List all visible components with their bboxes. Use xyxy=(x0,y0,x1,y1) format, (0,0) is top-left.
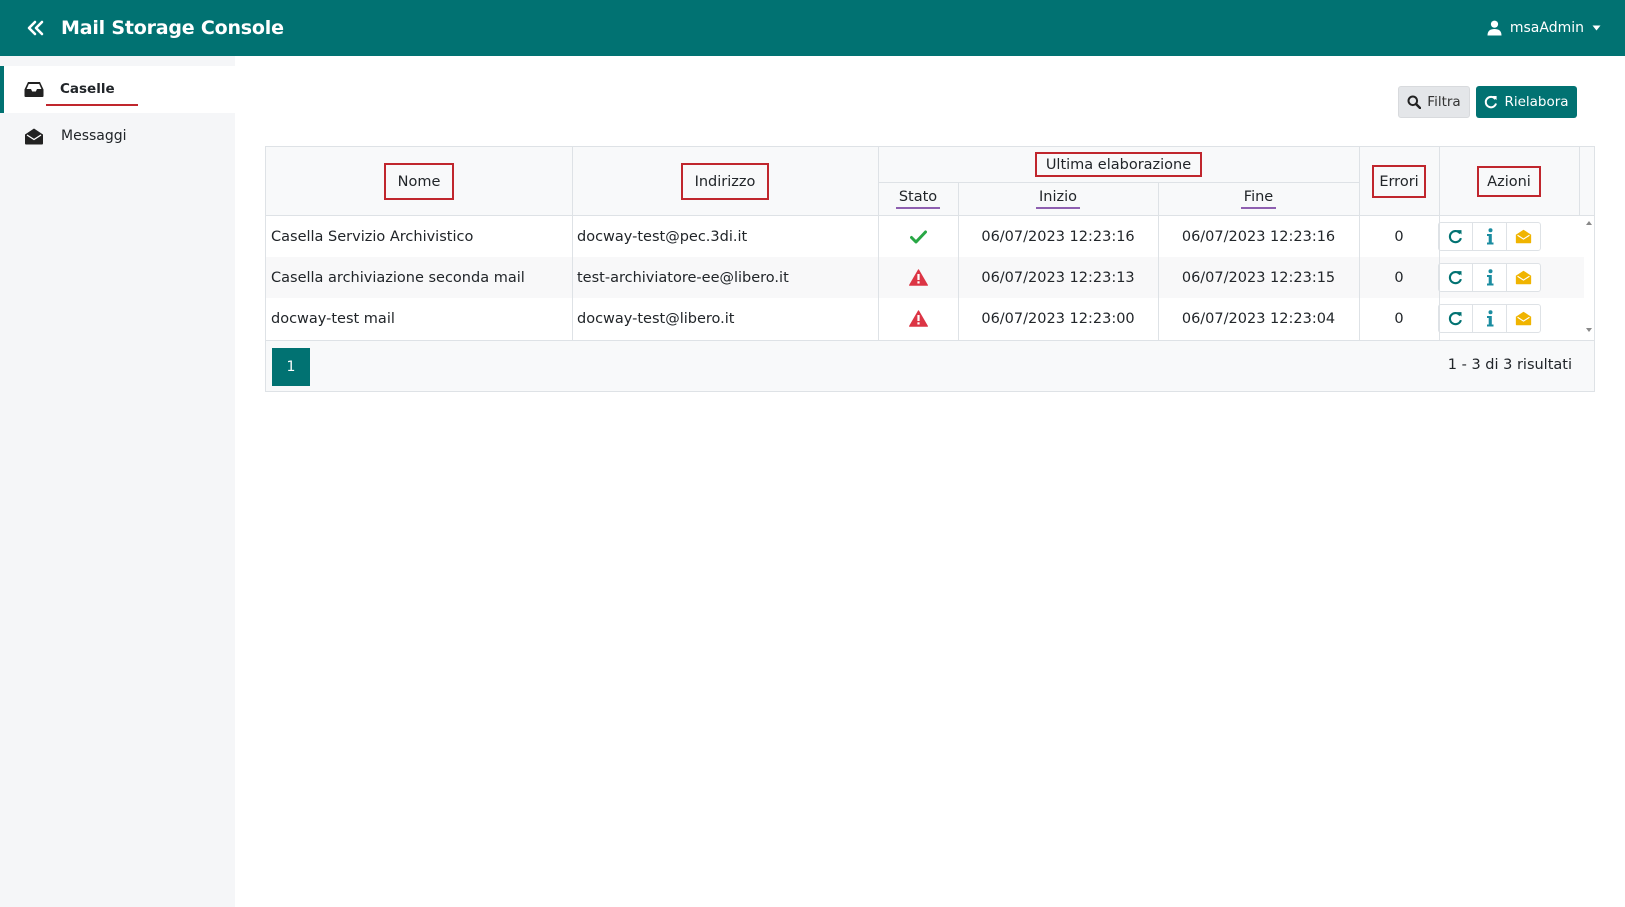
row-actions xyxy=(1438,263,1541,292)
refresh-icon xyxy=(1448,311,1462,326)
refresh-icon xyxy=(1448,229,1462,244)
cell-fine: 06/07/2023 12:23:15 xyxy=(1181,269,1336,286)
info-icon xyxy=(1486,228,1493,245)
cell-fine: 06/07/2023 12:23:04 xyxy=(1181,310,1336,327)
collapse-sidebar-icon[interactable] xyxy=(24,16,48,40)
status-warning-icon xyxy=(878,298,958,339)
sidebar-item-caselle[interactable]: Caselle xyxy=(0,66,235,113)
sidebar-item-label: Messaggi xyxy=(61,128,127,144)
column-header-stato[interactable]: Stato xyxy=(878,182,958,216)
table-row: Casella Servizio Archivistico docway-tes… xyxy=(266,216,1584,257)
cell-errori: 0 xyxy=(1394,310,1404,327)
refresh-icon xyxy=(1448,270,1462,285)
envelope-open-icon xyxy=(1515,270,1532,285)
cell-errori: 0 xyxy=(1394,269,1404,286)
reprocess-button[interactable] xyxy=(1438,304,1473,333)
column-header-azioni: Azioni xyxy=(1439,147,1579,216)
rework-label: Rielabora xyxy=(1504,94,1569,110)
column-header-nome[interactable]: Nome xyxy=(266,147,572,216)
table-row: docway-test mail docway-test@libero.it 0… xyxy=(266,298,1584,339)
cell-indirizzo: test-archiviatore-ee@libero.it xyxy=(577,269,789,286)
messages-button[interactable] xyxy=(1506,222,1541,251)
envelope-open-icon xyxy=(1515,229,1532,244)
cell-nome: docway-test mail xyxy=(271,310,395,327)
top-bar: Mail Storage Console msaAdmin xyxy=(0,0,1625,56)
row-actions xyxy=(1438,222,1541,251)
column-header-indirizzo[interactable]: Indirizzo xyxy=(572,147,878,216)
table-footer: 1 1 - 3 di 3 risultati xyxy=(266,340,1594,391)
user-icon xyxy=(1487,20,1502,36)
cell-errori: 0 xyxy=(1394,228,1404,245)
user-menu[interactable]: msaAdmin xyxy=(1487,17,1601,39)
cell-nome: Casella archiviazione seconda mail xyxy=(271,269,525,286)
cell-indirizzo: docway-test@libero.it xyxy=(577,310,735,327)
status-ok-icon xyxy=(878,216,958,257)
filter-button[interactable]: Filtra xyxy=(1398,86,1470,118)
info-button[interactable] xyxy=(1472,222,1507,251)
status-warning-icon xyxy=(878,257,958,298)
envelope-open-icon xyxy=(25,128,43,145)
reprocess-button[interactable] xyxy=(1438,263,1473,292)
sidebar-item-messaggi[interactable]: Messaggi xyxy=(0,113,235,160)
cell-fine: 06/07/2023 12:23:16 xyxy=(1181,228,1336,245)
column-group-ultima-elaborazione: Ultima elaborazione xyxy=(878,147,1359,182)
info-button[interactable] xyxy=(1472,263,1507,292)
info-button[interactable] xyxy=(1472,304,1507,333)
messages-button[interactable] xyxy=(1506,263,1541,292)
table-row: Casella archiviazione seconda mail test-… xyxy=(266,257,1584,298)
page-button[interactable]: 1 xyxy=(272,348,310,386)
search-icon xyxy=(1407,95,1422,109)
app-title: Mail Storage Console xyxy=(61,17,284,39)
reprocess-button[interactable] xyxy=(1438,222,1473,251)
rework-button[interactable]: Rielabora xyxy=(1476,86,1577,118)
refresh-icon xyxy=(1485,95,1498,109)
messages-button[interactable] xyxy=(1506,304,1541,333)
table-body: Casella Servizio Archivistico docway-tes… xyxy=(266,216,1594,340)
annotation-underline xyxy=(46,104,138,106)
filter-label: Filtra xyxy=(1427,94,1461,110)
table-scrollbar[interactable] xyxy=(1584,216,1594,340)
cell-nome: Casella Servizio Archivistico xyxy=(271,228,474,245)
mailbox-table: Nome Indirizzo Ultima elaborazione Stato… xyxy=(265,146,1595,392)
cell-inizio: 06/07/2023 12:23:13 xyxy=(981,269,1135,286)
pagination-info: 1 - 3 di 3 risultati xyxy=(1447,357,1572,373)
envelope-open-icon xyxy=(1515,311,1532,326)
info-icon xyxy=(1486,310,1493,327)
table-header: Nome Indirizzo Ultima elaborazione Stato… xyxy=(266,147,1594,216)
info-icon xyxy=(1486,269,1493,286)
user-name: msaAdmin xyxy=(1509,20,1584,36)
row-actions xyxy=(1438,304,1541,333)
chevron-down-icon xyxy=(1592,25,1601,31)
sidebar-item-label: Caselle xyxy=(60,81,115,97)
sidebar: Caselle Messaggi xyxy=(0,56,235,907)
column-header-fine[interactable]: Fine xyxy=(1158,182,1359,216)
inbox-icon xyxy=(24,82,44,97)
cell-indirizzo: docway-test@pec.3di.it xyxy=(577,228,748,245)
cell-inizio: 06/07/2023 12:23:16 xyxy=(981,228,1135,245)
column-header-errori[interactable]: Errori xyxy=(1359,147,1439,216)
column-header-inizio[interactable]: Inizio xyxy=(958,182,1158,216)
cell-inizio: 06/07/2023 12:23:00 xyxy=(981,310,1135,327)
